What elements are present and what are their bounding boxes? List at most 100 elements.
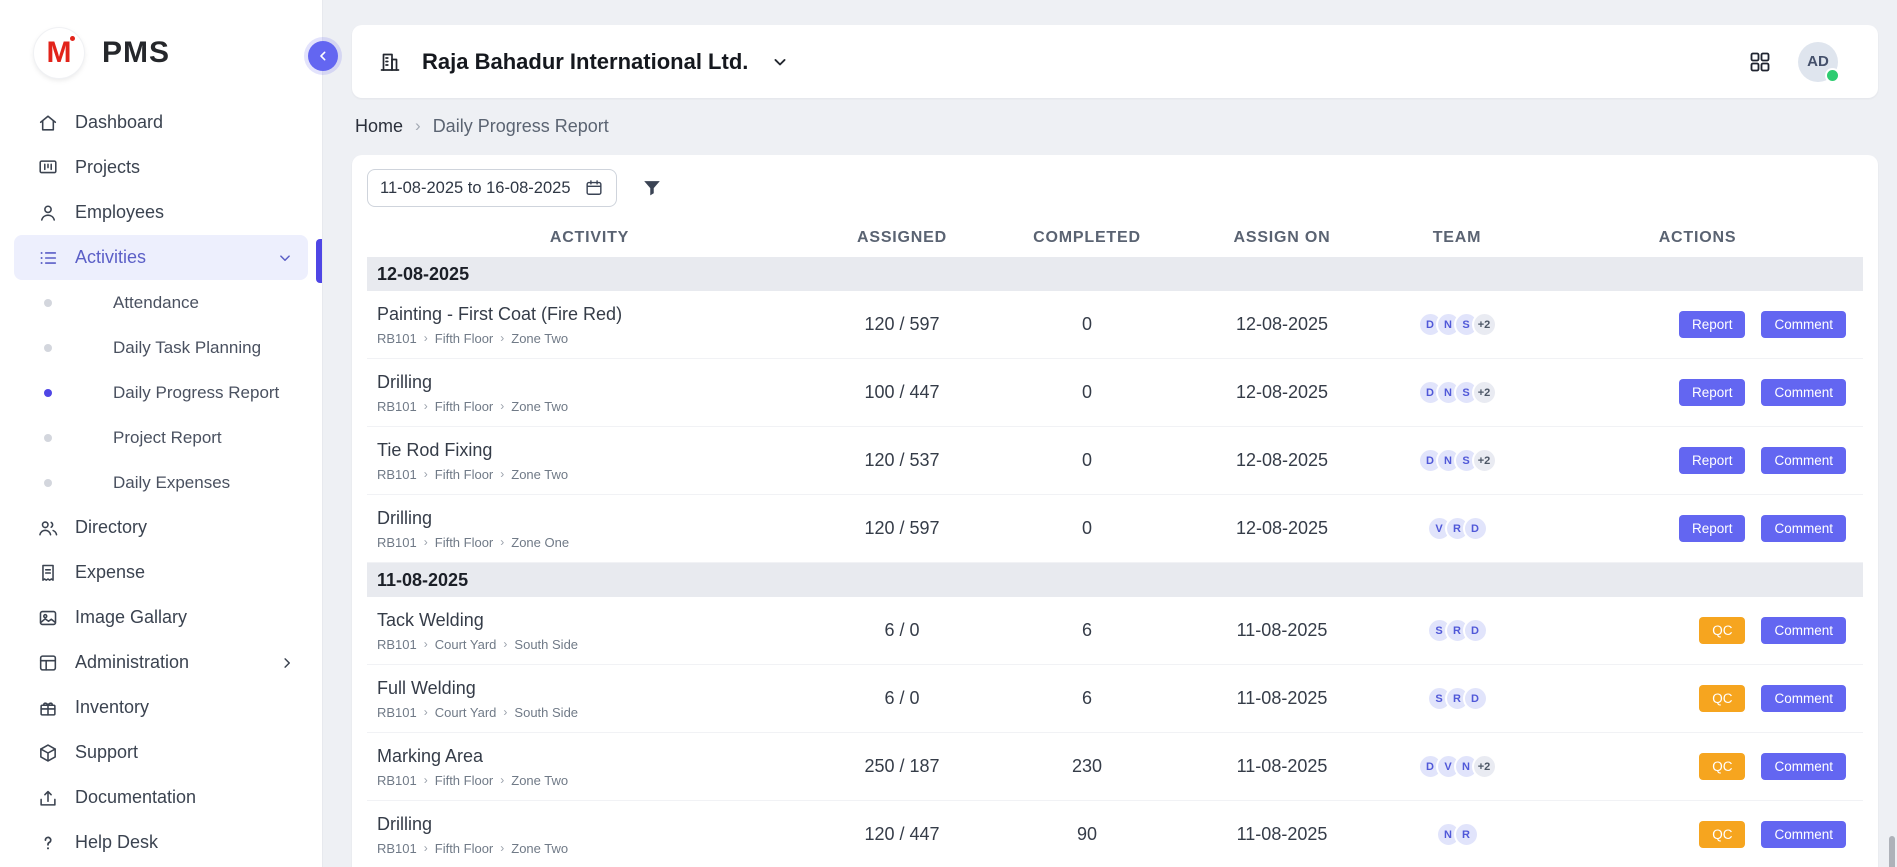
table-row: Full Welding RB101› Court Yard› South Si… <box>367 665 1863 733</box>
sidebar-item-expense[interactable]: Expense <box>0 550 322 595</box>
report-button[interactable]: Report <box>1679 515 1746 542</box>
team-avatars: N R <box>1382 822 1532 847</box>
sidebar-item-administration[interactable]: Administration <box>0 640 322 685</box>
sidebar-item-activities[interactable]: Activities <box>14 235 308 280</box>
assign-on-value: 11-08-2025 <box>1182 824 1382 845</box>
activity-cell: Marking Area RB101› Fifth Floor› Zone Tw… <box>367 746 812 788</box>
assign-on-value: 11-08-2025 <box>1182 756 1382 777</box>
qc-button[interactable]: QC <box>1699 617 1745 644</box>
sidebar-item-directory[interactable]: Directory <box>0 505 322 550</box>
team-overflow-badge[interactable]: +2 <box>1472 380 1497 405</box>
report-button[interactable]: Report <box>1679 379 1746 406</box>
sidebar-item-projects[interactable]: Projects <box>0 145 322 190</box>
chevron-right-icon: › <box>500 841 504 855</box>
sidebar-subitem-daily-progress-report[interactable]: Daily Progress Report <box>0 370 322 415</box>
comment-button[interactable]: Comment <box>1761 311 1846 338</box>
calendar-icon <box>584 178 604 198</box>
progress-report-table: ACTIVITY ASSIGNED COMPLETED ASSIGN ON TE… <box>367 219 1863 867</box>
kanban-board-icon <box>37 157 59 179</box>
activity-cell: Tie Rod Fixing RB101› Fifth Floor› Zone … <box>367 440 812 482</box>
activity-name: Drilling <box>377 372 812 393</box>
sidebar-collapse-button[interactable] <box>308 41 338 71</box>
completed-value: 230 <box>992 756 1182 777</box>
team-overflow-badge[interactable]: +2 <box>1472 754 1497 779</box>
column-header-actions: ACTIONS <box>1532 229 1863 247</box>
completed-value: 0 <box>992 450 1182 471</box>
activity-cell: Full Welding RB101› Court Yard› South Si… <box>367 678 812 720</box>
assign-on-value: 12-08-2025 <box>1182 382 1382 403</box>
qc-button[interactable]: QC <box>1699 753 1745 780</box>
date-range-input[interactable]: 11-08-2025 to 16-08-2025 <box>367 169 617 207</box>
activity-name: Drilling <box>377 814 812 835</box>
sidebar-subitem-daily-expenses[interactable]: Daily Expenses <box>0 460 322 505</box>
sidebar-item-support[interactable]: Support <box>0 730 322 775</box>
sidebar-item-documentation[interactable]: Documentation <box>0 775 322 820</box>
apps-grid-icon[interactable] <box>1748 50 1772 74</box>
completed-value: 6 <box>992 620 1182 641</box>
chevron-right-icon: › <box>503 637 507 651</box>
activity-cell: Drilling RB101› Fifth Floor› Zone One <box>367 508 812 550</box>
sidebar-item-employees[interactable]: Employees <box>0 190 322 235</box>
column-header-completed: COMPLETED <box>992 229 1182 247</box>
comment-button[interactable]: Comment <box>1761 685 1846 712</box>
upload-doc-icon <box>37 787 59 809</box>
table-row: Drilling RB101› Fifth Floor› Zone Two 12… <box>367 801 1863 867</box>
activity-path: RB101› Court Yard› South Side <box>377 637 812 652</box>
sidebar-item-help-desk[interactable]: Help Desk <box>0 820 322 865</box>
sidebar-subitem-daily-task-planning[interactable]: Daily Task Planning <box>0 325 322 370</box>
sidebar-subitem-attendance[interactable]: Attendance <box>0 280 322 325</box>
sidebar-item-inventory[interactable]: Inventory <box>0 685 322 730</box>
cube-icon <box>37 742 59 764</box>
comment-button[interactable]: Comment <box>1761 617 1846 644</box>
team-avatars: D N S +2 <box>1382 448 1532 473</box>
top-header: Raja Bahadur International Ltd. AD <box>352 25 1878 98</box>
activity-name: Drilling <box>377 508 812 529</box>
company-selector[interactable]: Raja Bahadur International Ltd. <box>378 49 790 75</box>
report-button[interactable]: Report <box>1679 311 1746 338</box>
vertical-scrollbar-thumb[interactable] <box>1889 836 1895 867</box>
assign-on-value: 12-08-2025 <box>1182 518 1382 539</box>
qc-button[interactable]: QC <box>1699 821 1745 848</box>
bullet-icon <box>44 434 52 442</box>
filter-row: 11-08-2025 to 16-08-2025 <box>367 169 1863 207</box>
row-actions: QC Comment <box>1532 753 1863 780</box>
report-panel: 11-08-2025 to 16-08-2025 ACTIVITY ASSIGN… <box>352 155 1878 867</box>
sidebar-item-dashboard[interactable]: Dashboard <box>0 100 322 145</box>
completed-value: 90 <box>992 824 1182 845</box>
assigned-value: 6 / 0 <box>812 688 992 709</box>
filter-funnel-icon[interactable] <box>641 177 663 199</box>
row-actions: Report Comment <box>1532 379 1863 406</box>
sidebar-item-label: Support <box>75 742 138 763</box>
breadcrumb-home[interactable]: Home <box>355 116 403 137</box>
sidebar-item-image-gallery[interactable]: Image Gallary <box>0 595 322 640</box>
column-header-team: TEAM <box>1382 229 1532 247</box>
chevron-left-icon <box>315 48 331 64</box>
user-avatar[interactable]: AD <box>1798 42 1838 82</box>
team-avatars: D N S +2 <box>1382 380 1532 405</box>
date-group-header: 11-08-2025 <box>367 563 1863 597</box>
gift-box-icon <box>37 697 59 719</box>
team-avatars: D N S +2 <box>1382 312 1532 337</box>
comment-button[interactable]: Comment <box>1761 515 1846 542</box>
comment-button[interactable]: Comment <box>1761 379 1846 406</box>
team-overflow-badge[interactable]: +2 <box>1472 448 1497 473</box>
assigned-value: 120 / 447 <box>812 824 992 845</box>
team-avatar: D <box>1463 516 1488 541</box>
team-overflow-badge[interactable]: +2 <box>1472 312 1497 337</box>
activity-cell: Painting - First Coat (Fire Red) RB101› … <box>367 304 812 346</box>
activity-name: Full Welding <box>377 678 812 699</box>
receipt-icon <box>37 562 59 584</box>
sidebar-subitem-project-report[interactable]: Project Report <box>0 415 322 460</box>
comment-button[interactable]: Comment <box>1761 447 1846 474</box>
chevron-right-icon <box>278 654 296 672</box>
sidebar-item-label: Administration <box>75 652 189 673</box>
chevron-right-icon: › <box>424 773 428 787</box>
team-avatar: R <box>1454 822 1479 847</box>
comment-button[interactable]: Comment <box>1761 753 1846 780</box>
qc-button[interactable]: QC <box>1699 685 1745 712</box>
assigned-value: 120 / 597 <box>812 518 992 539</box>
comment-button[interactable]: Comment <box>1761 821 1846 848</box>
report-button[interactable]: Report <box>1679 447 1746 474</box>
table-header-row: ACTIVITY ASSIGNED COMPLETED ASSIGN ON TE… <box>367 219 1863 257</box>
assign-on-value: 12-08-2025 <box>1182 450 1382 471</box>
